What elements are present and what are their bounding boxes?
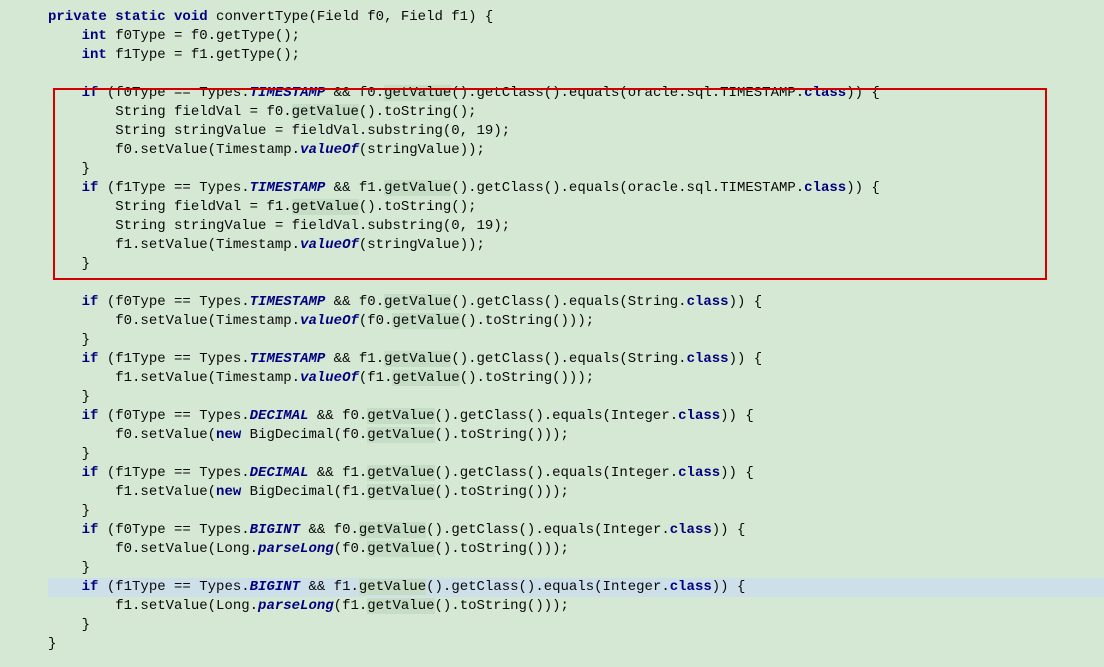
code-line: if (f1Type == Types.BIGINT && f1.getValu… xyxy=(48,578,1104,597)
code-line: } xyxy=(48,502,1104,521)
code-line: } xyxy=(48,616,1104,635)
code-line: String fieldVal = f0.getValue().toString… xyxy=(48,103,1104,122)
code-line xyxy=(48,65,1104,84)
code-line: } xyxy=(48,255,1104,274)
code-line: String stringValue = fieldVal.substring(… xyxy=(48,122,1104,141)
code-line: } xyxy=(48,388,1104,407)
code-line: } xyxy=(48,635,1104,654)
code-line: } xyxy=(48,445,1104,464)
code-line: int f1Type = f1.getType(); xyxy=(48,46,1104,65)
code-line: f1.setValue(Long.parseLong(f1.getValue()… xyxy=(48,597,1104,616)
code-line: if (f1Type == Types.TIMESTAMP && f1.getV… xyxy=(48,350,1104,369)
code-editor-content: private static void convertType(Field f0… xyxy=(0,8,1104,654)
code-line: f0.setValue(Timestamp.valueOf(f0.getValu… xyxy=(48,312,1104,331)
code-line: f0.setValue(Timestamp.valueOf(stringValu… xyxy=(48,141,1104,160)
code-line: if (f0Type == Types.DECIMAL && f0.getVal… xyxy=(48,407,1104,426)
code-line: } xyxy=(48,559,1104,578)
code-line: f1.setValue(Timestamp.valueOf(stringValu… xyxy=(48,236,1104,255)
code-line: f0.setValue(new BigDecimal(f0.getValue()… xyxy=(48,426,1104,445)
code-line: if (f1Type == Types.DECIMAL && f1.getVal… xyxy=(48,464,1104,483)
code-line xyxy=(48,274,1104,293)
code-line: String fieldVal = f1.getValue().toString… xyxy=(48,198,1104,217)
code-line: int f0Type = f0.getType(); xyxy=(48,27,1104,46)
code-line: f0.setValue(Long.parseLong(f0.getValue()… xyxy=(48,540,1104,559)
code-line: if (f0Type == Types.TIMESTAMP && f0.getV… xyxy=(48,84,1104,103)
code-line: String stringValue = fieldVal.substring(… xyxy=(48,217,1104,236)
code-line: if (f0Type == Types.BIGINT && f0.getValu… xyxy=(48,521,1104,540)
code-line: f1.setValue(Timestamp.valueOf(f1.getValu… xyxy=(48,369,1104,388)
code-line: } xyxy=(48,160,1104,179)
code-line: } xyxy=(48,331,1104,350)
code-line: if (f0Type == Types.TIMESTAMP && f0.getV… xyxy=(48,293,1104,312)
code-line: if (f1Type == Types.TIMESTAMP && f1.getV… xyxy=(48,179,1104,198)
code-line: f1.setValue(new BigDecimal(f1.getValue()… xyxy=(48,483,1104,502)
code-line: private static void convertType(Field f0… xyxy=(48,8,1104,27)
